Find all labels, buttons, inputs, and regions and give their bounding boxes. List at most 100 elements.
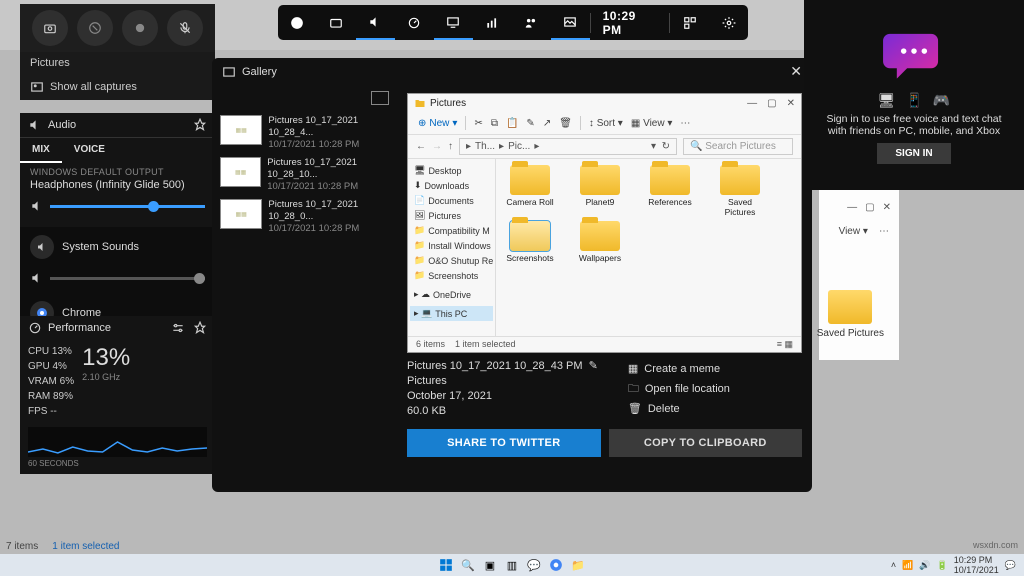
taskview-icon[interactable]: ▣ (482, 557, 498, 573)
maximize-icon[interactable]: ▢ (865, 202, 874, 213)
close-icon[interactable]: ✕ (787, 98, 795, 109)
gallery-icon (222, 65, 236, 79)
nav-item[interactable]: 📄 Documents (410, 193, 493, 208)
record-last-button[interactable] (77, 10, 113, 46)
resources-icon[interactable] (473, 5, 512, 40)
rename-icon[interactable]: ✎ (526, 118, 534, 129)
nav-item[interactable]: 📁 Screenshots (410, 268, 493, 283)
new-button[interactable]: ⊕ New ▾ (418, 118, 457, 129)
folder-item[interactable]: Planet9 (572, 165, 628, 217)
performance-widget-icon[interactable] (395, 5, 434, 40)
screenshot-button[interactable] (32, 10, 68, 46)
maximize-icon[interactable]: ▢ (767, 98, 776, 109)
forward-icon[interactable]: → (432, 141, 442, 152)
up-icon[interactable]: ↑ (448, 141, 453, 152)
close-icon[interactable]: ✕ (790, 63, 802, 80)
delete-icon[interactable]: 🗑 (559, 118, 572, 129)
teams-icon[interactable]: 💬 (526, 557, 542, 573)
explorer-icon[interactable]: 📁 (570, 557, 586, 573)
xbox-icon[interactable] (278, 5, 317, 40)
system-volume-slider[interactable] (20, 267, 215, 293)
close-icon[interactable]: ✕ (883, 202, 891, 213)
master-volume-slider[interactable] (20, 195, 215, 221)
mobile-icon: 📱 (905, 92, 922, 109)
nav-item[interactable]: 🖼 Pictures (410, 208, 493, 223)
open-location-link[interactable]: 🗀Open file location (628, 379, 730, 399)
gallery-panel: Gallery ✕ ▦▦Pictures 10_17_2021 10_28_4.… (212, 58, 812, 492)
edit-icon[interactable]: ✎ (589, 360, 598, 372)
delete-link[interactable]: 🗑Delete (628, 399, 730, 419)
cut-icon[interactable]: ✂ (474, 118, 482, 129)
sign-in-button[interactable]: SIGN IN (877, 143, 950, 164)
search-input[interactable]: 🔍 Search Pictures (683, 138, 793, 155)
minimize-icon[interactable]: — (747, 98, 757, 109)
pin-icon[interactable] (193, 118, 207, 132)
show-all-label: Show all captures (50, 81, 137, 93)
audio-header: Audio (48, 119, 76, 131)
audio-widget-icon[interactable] (356, 5, 395, 40)
widgets-icon[interactable]: ▥ (504, 557, 520, 573)
minimize-icon[interactable]: — (847, 202, 857, 213)
battery-icon[interactable]: 🔋 (937, 560, 948, 571)
more-icon[interactable]: ⋯ (680, 118, 690, 129)
address-bar[interactable]: ▸ Th... ▸ Pic... ▸▾ ↻ (459, 138, 677, 155)
show-all-captures-link[interactable]: Show all captures (20, 74, 215, 100)
capture-widget-icon[interactable] (317, 5, 356, 40)
window-title: Pictures (430, 98, 466, 109)
nav-item[interactable]: 🖥 Desktop (410, 163, 493, 178)
back-icon[interactable]: ← (416, 141, 426, 152)
copy-clipboard-button[interactable]: COPY TO CLIPBOARD (609, 429, 803, 457)
gallery-icon[interactable] (551, 5, 590, 40)
audio-widget: Audio MIX VOICE WINDOWS DEFAULT OUTPUT H… (20, 113, 215, 333)
folder-item[interactable]: References (642, 165, 698, 217)
speaker-icon (30, 235, 54, 259)
social-icon[interactable] (512, 5, 551, 40)
search-icon[interactable]: 🔍 (460, 557, 476, 573)
folder-item[interactable]: Saved Pictures (712, 165, 768, 217)
folder-grid: Camera Roll Planet9 References Saved Pic… (496, 159, 801, 336)
share-twitter-button[interactable]: SHARE TO TWITTER (407, 429, 601, 457)
audio-device[interactable]: Headphones (Infinity Glide 500) (20, 177, 215, 195)
record-button[interactable] (122, 10, 158, 46)
copy-icon[interactable]: ⧉ (491, 118, 498, 129)
view-toggle-icon[interactable] (371, 91, 389, 105)
chrome-icon[interactable] (548, 557, 564, 573)
view-icons[interactable]: ≡ ▦ (777, 339, 793, 350)
chevron-up-icon[interactable]: ˄ (891, 560, 896, 570)
nav-item[interactable]: 📁 Install Windows (410, 238, 493, 253)
folder-item[interactable]: Camera Roll (502, 165, 558, 217)
paste-icon[interactable]: 📋 (506, 118, 518, 129)
start-icon[interactable] (438, 557, 454, 573)
folder-item-selected[interactable]: Screenshots (502, 221, 558, 263)
nav-item[interactable]: 📁 Compatibility M (410, 223, 493, 238)
nav-item[interactable]: ▸ ☁ OneDrive (410, 287, 493, 302)
device-icons: 🖥 📱 🎮 (878, 92, 951, 109)
thumbnail-item[interactable]: ▦▦Pictures 10_17_2021 10_28_4...10/17/20… (220, 115, 389, 151)
nav-item-thispc[interactable]: ▸ 💻 This PC (410, 306, 493, 321)
pin-icon[interactable] (193, 321, 207, 335)
notifications-icon[interactable]: 💬 (1005, 560, 1016, 571)
nav-item[interactable]: 📁 O&O Shutup Re (410, 253, 493, 268)
clock[interactable]: 10:29 PM10/17/2021 (954, 555, 999, 575)
thumbnail-item[interactable]: ▦▦Pictures 10_17_2021 10_28_10...10/17/2… (220, 157, 389, 193)
trash-icon: 🗑 (628, 399, 642, 419)
volume-icon[interactable]: 🔊 (919, 560, 930, 571)
sort-button[interactable]: ↕ Sort ▾ (589, 118, 623, 129)
tab-mix[interactable]: MIX (20, 138, 62, 163)
tab-voice[interactable]: VOICE (62, 138, 117, 163)
wifi-icon[interactable]: 📶 (902, 560, 913, 571)
widgets-menu-icon[interactable] (670, 5, 709, 40)
nav-item[interactable]: ⬇ Downloads (410, 178, 493, 193)
create-meme-link[interactable]: ▦Create a meme (628, 359, 730, 379)
capture-title: Pictures (20, 52, 215, 74)
display-icon[interactable] (434, 5, 473, 40)
bg-view-label[interactable]: View ▾ ⋯ (839, 226, 889, 237)
settings-icon[interactable] (709, 5, 748, 40)
view-button[interactable]: ▦ View ▾ (631, 118, 673, 129)
share-icon[interactable]: ↗ (543, 118, 551, 129)
mic-button[interactable] (167, 10, 203, 46)
folder-item[interactable]: Wallpapers (572, 221, 628, 263)
options-icon[interactable] (171, 321, 185, 335)
thumbnail-item[interactable]: ▦▦Pictures 10_17_2021 10_28_0...10/17/20… (220, 199, 389, 235)
bg-folder-saved-pictures[interactable]: Saved Pictures (817, 290, 884, 339)
